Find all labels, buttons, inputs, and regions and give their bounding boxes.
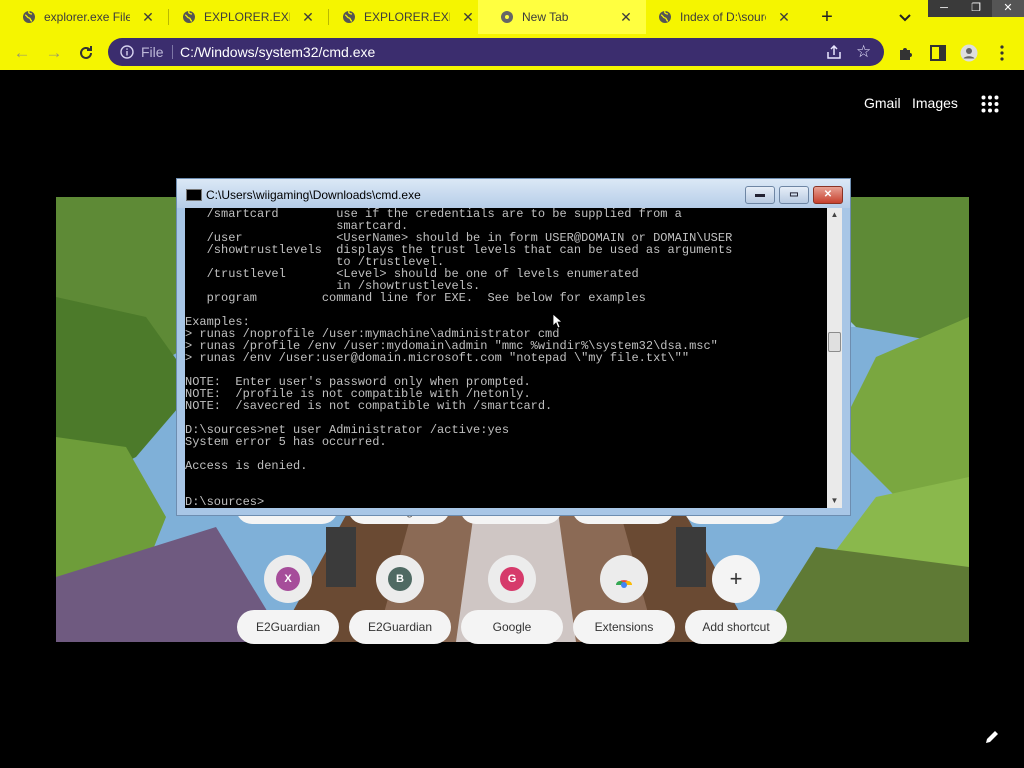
globe-icon: [183, 10, 195, 23]
chrome-logo-icon: [616, 580, 632, 588]
console-title: C:\Users\wiigaming\Downloads\cmd.exe: [206, 188, 421, 202]
globe-icon: [659, 10, 671, 23]
shortcut-initial: X: [276, 567, 300, 591]
shortcut-label[interactable]: E2Guardian: [349, 610, 451, 644]
new-tab-button[interactable]: +: [816, 6, 838, 28]
maximize-icon: ▭: [789, 189, 799, 200]
window-controls: ─ ❐ ✕: [928, 0, 1024, 17]
extensions-puzzle-icon[interactable]: [897, 44, 915, 62]
profile-avatar-icon[interactable]: [960, 44, 978, 62]
tab-title: New Tab: [522, 10, 569, 24]
share-icon[interactable]: [826, 45, 842, 59]
console-scrollbar[interactable]: ▲ ▼: [827, 208, 842, 508]
shortcut-initial: B: [388, 567, 412, 591]
chevron-down-icon[interactable]: [896, 8, 914, 26]
customize-pencil-icon[interactable]: [984, 729, 1000, 745]
close-tab-icon[interactable]: ✕: [618, 9, 634, 25]
console-close-button[interactable]: ✕: [813, 186, 843, 204]
shortcut-label[interactable]: Add shortcut: [685, 610, 787, 644]
add-shortcut-button[interactable]: +: [712, 555, 760, 603]
shortcut-label[interactable]: Extensions: [573, 610, 675, 644]
cmd-console-window[interactable]: C:\Users\wiigaming\Downloads\cmd.exe ▬ ▭…: [176, 178, 851, 516]
scheme-label: File: [141, 44, 164, 60]
close-tab-icon[interactable]: ✕: [776, 9, 792, 25]
minimize-window-button[interactable]: ─: [928, 0, 960, 17]
url-text[interactable]: C:/Windows/system32/cmd.exe: [180, 44, 375, 60]
console-output[interactable]: /smartcard use if the credentials are to…: [185, 208, 827, 508]
tab-explorer-exe-1[interactable]: EXPLORER.EXE Do ✕: [160, 0, 328, 34]
shortcut-label[interactable]: Google: [461, 610, 563, 644]
tab-strip: explorer.exe File D ✕ EXPLORER.EXE Do ✕ …: [0, 0, 1024, 34]
close-window-button[interactable]: ✕: [992, 0, 1024, 17]
console-titlebar[interactable]: C:\Users\wiigaming\Downloads\cmd.exe ▬ ▭…: [177, 179, 850, 208]
shortcut-initial: G: [500, 567, 524, 591]
scroll-down-arrow-icon[interactable]: ▼: [827, 494, 842, 508]
mouse-cursor-icon: [552, 313, 564, 329]
console-text: /smartcard use if the credentials are to…: [185, 208, 733, 508]
globe-icon: [23, 10, 35, 23]
close-icon: ✕: [823, 189, 833, 200]
reload-icon[interactable]: [77, 44, 95, 62]
tab-explorer-file[interactable]: explorer.exe File D ✕: [0, 0, 168, 34]
back-icon[interactable]: ←: [13, 44, 31, 62]
cmd-icon: [186, 189, 202, 201]
forward-icon[interactable]: →: [45, 44, 63, 62]
restore-window-button[interactable]: ❐: [960, 0, 992, 17]
google-apps-grid-icon[interactable]: [981, 95, 999, 113]
close-tab-icon[interactable]: ✕: [140, 9, 156, 25]
tab-new-tab[interactable]: New Tab ✕: [478, 0, 646, 34]
shortcut-label[interactable]: E2Guardian: [237, 610, 339, 644]
tab-title: Index of D:\source: [680, 10, 766, 24]
close-tab-icon[interactable]: ✕: [460, 9, 476, 25]
scrollbar-thumb[interactable]: [828, 332, 841, 352]
tab-title: explorer.exe File D: [44, 10, 130, 24]
tab-index-of-sources[interactable]: Index of D:\source ✕: [636, 0, 804, 34]
console-maximize-button[interactable]: ▭: [779, 186, 809, 204]
kebab-menu-icon[interactable]: [993, 44, 1011, 62]
console-minimize-button[interactable]: ▬: [745, 186, 775, 204]
shortcut-e2guardian-b[interactable]: B: [376, 555, 424, 603]
gmail-link[interactable]: Gmail: [864, 95, 901, 111]
bookmark-star-icon[interactable]: ☆: [856, 42, 871, 62]
globe-icon: [343, 10, 355, 23]
shortcut-extensions[interactable]: [600, 555, 648, 603]
plus-icon: +: [729, 566, 743, 591]
chrome-icon: [501, 11, 513, 23]
side-panel-icon[interactable]: [929, 44, 947, 62]
shortcut-e2guardian-x[interactable]: X: [264, 555, 312, 603]
shortcut-google[interactable]: G: [488, 555, 536, 603]
address-divider: [172, 45, 173, 59]
images-link[interactable]: Images: [912, 95, 958, 111]
minimize-icon: ▬: [755, 189, 765, 200]
info-icon[interactable]: [120, 45, 134, 59]
close-tab-icon[interactable]: ✕: [300, 9, 316, 25]
address-bar[interactable]: File C:/Windows/system32/cmd.exe ☆: [108, 38, 884, 66]
tab-title: EXPLORER.EXE Do: [204, 10, 290, 24]
scroll-up-arrow-icon[interactable]: ▲: [827, 208, 842, 222]
tab-explorer-exe-2[interactable]: EXPLORER.EXE Do ✕: [320, 0, 488, 34]
tab-title: EXPLORER.EXE Do: [364, 10, 450, 24]
